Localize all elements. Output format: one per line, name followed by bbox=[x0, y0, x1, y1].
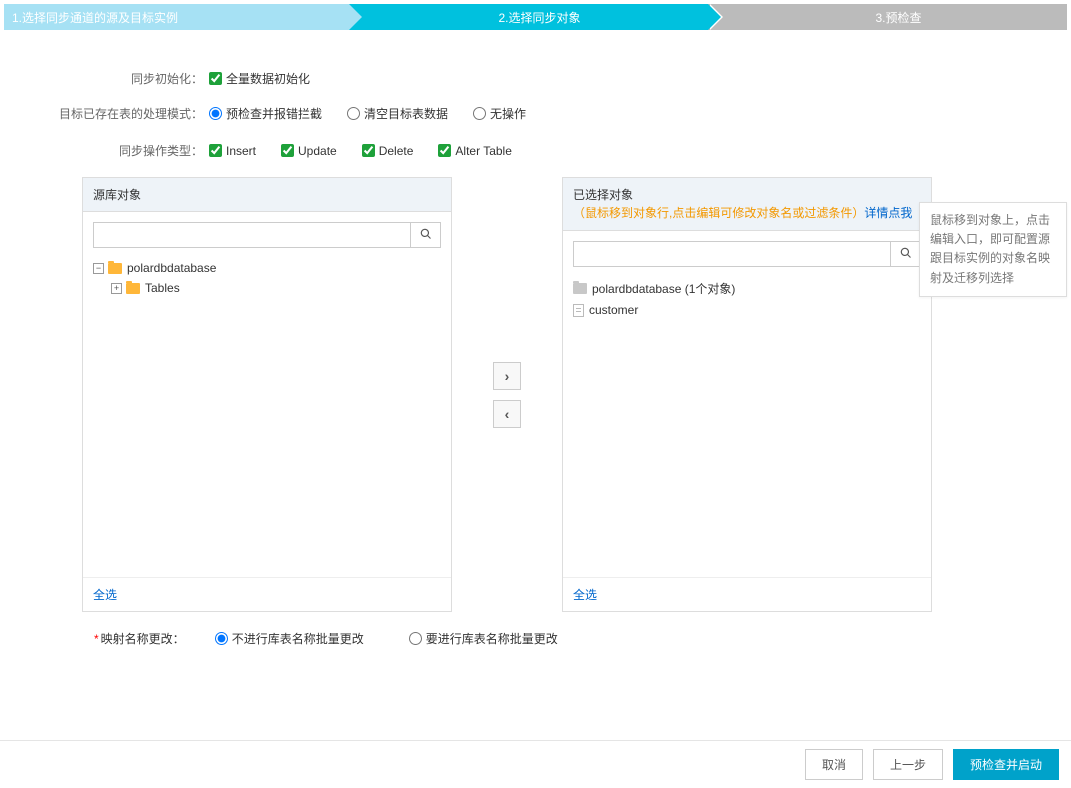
target-tree: polardbdatabase (1个对象) customer bbox=[563, 277, 931, 577]
source-child-label: Tables bbox=[145, 281, 180, 295]
rename-row: * 映射名称更改： 不进行库表名称批量更改 要进行库表名称批量更改 bbox=[94, 630, 1067, 647]
checkbox-full-init-label: 全量数据初始化 bbox=[226, 70, 310, 87]
checkbox-delete[interactable]: Delete bbox=[362, 144, 414, 158]
step-1[interactable]: 1.选择同步通道的源及目标实例 bbox=[4, 4, 349, 30]
folder-icon bbox=[573, 283, 587, 294]
checkbox-update-label: Update bbox=[298, 144, 337, 158]
target-panel: 已选择对象 （鼠标移到对象行,点击编辑可修改对象名或过滤条件） 详情点我 pol… bbox=[562, 177, 932, 612]
step-2-label: 2.选择同步对象 bbox=[498, 9, 580, 26]
prev-button[interactable]: 上一步 bbox=[873, 749, 943, 780]
step-1-label: 1.选择同步通道的源及目标实例 bbox=[12, 9, 178, 26]
checkbox-delete-label: Delete bbox=[379, 144, 414, 158]
radio-noop-label: 无操作 bbox=[490, 105, 526, 122]
source-panel-footer: 全选 bbox=[83, 577, 451, 611]
target-search-input[interactable] bbox=[574, 242, 890, 266]
checkbox-update[interactable]: Update bbox=[281, 144, 337, 158]
document-icon bbox=[573, 304, 584, 317]
target-select-all[interactable]: 全选 bbox=[573, 588, 597, 602]
checkbox-alter-input[interactable] bbox=[438, 144, 451, 157]
radio-precheck-input[interactable] bbox=[209, 107, 222, 120]
source-search-input[interactable] bbox=[94, 223, 410, 247]
source-panel: 源库对象 − polardbdatabase + bbox=[82, 177, 452, 612]
radio-clear[interactable]: 清空目标表数据 bbox=[347, 105, 448, 122]
target-panel-link[interactable]: 详情点我 bbox=[864, 204, 912, 222]
ops-label: 同步操作类型： bbox=[4, 142, 209, 159]
target-tree-root[interactable]: polardbdatabase (1个对象) bbox=[573, 277, 921, 300]
target-child-label: customer bbox=[589, 303, 638, 317]
radio-do-rename-input[interactable] bbox=[409, 632, 422, 645]
rename-label: 映射名称更改： bbox=[101, 630, 185, 647]
checkbox-alter[interactable]: Alter Table bbox=[438, 144, 511, 158]
tooltip-text: 鼠标移到对象上，点击编辑入口，即可配置源跟目标实例的对象名映射及迁移列选择 bbox=[930, 213, 1050, 285]
search-icon bbox=[900, 247, 912, 262]
radio-noop-input[interactable] bbox=[473, 107, 486, 120]
chevron-right-icon: › bbox=[505, 368, 510, 384]
radio-no-rename-input[interactable] bbox=[215, 632, 228, 645]
step-2[interactable]: 2.选择同步对象 bbox=[349, 4, 708, 30]
checkbox-insert-label: Insert bbox=[226, 144, 256, 158]
target-tree-child[interactable]: customer bbox=[573, 300, 921, 320]
footer: 取消 上一步 预检查并启动 bbox=[0, 740, 1071, 788]
required-star: * bbox=[94, 632, 99, 646]
checkbox-full-init-input[interactable] bbox=[209, 72, 222, 85]
expand-icon[interactable]: + bbox=[111, 283, 122, 294]
tooltip: 鼠标移到对象上，点击编辑入口，即可配置源跟目标实例的对象名映射及迁移列选择 bbox=[919, 202, 1067, 297]
source-select-all[interactable]: 全选 bbox=[93, 588, 117, 602]
search-icon bbox=[420, 228, 432, 243]
radio-precheck-label: 预检查并报错拦截 bbox=[226, 105, 322, 122]
chevron-left-icon: ‹ bbox=[505, 406, 510, 422]
radio-do-rename[interactable]: 要进行库表名称批量更改 bbox=[409, 630, 558, 647]
checkbox-insert[interactable]: Insert bbox=[209, 144, 256, 158]
checkbox-insert-input[interactable] bbox=[209, 144, 222, 157]
source-tree-root[interactable]: − polardbdatabase bbox=[93, 258, 441, 278]
radio-clear-label: 清空目标表数据 bbox=[364, 105, 448, 122]
target-panel-title: 已选择对象 bbox=[573, 186, 633, 204]
source-panel-header: 源库对象 bbox=[83, 178, 451, 212]
source-search bbox=[93, 222, 441, 248]
target-panel-footer: 全选 bbox=[563, 577, 931, 611]
precheck-start-button[interactable]: 预检查并启动 bbox=[953, 749, 1059, 780]
move-right-button[interactable]: › bbox=[493, 362, 521, 390]
radio-precheck[interactable]: 预检查并报错拦截 bbox=[209, 105, 322, 122]
target-panel-header: 已选择对象 （鼠标移到对象行,点击编辑可修改对象名或过滤条件） 详情点我 bbox=[563, 178, 931, 231]
folder-icon bbox=[126, 283, 140, 294]
source-search-button[interactable] bbox=[410, 223, 440, 247]
transfer-controls: › ‹ bbox=[452, 177, 562, 612]
radio-do-rename-label: 要进行库表名称批量更改 bbox=[426, 630, 558, 647]
radio-no-rename[interactable]: 不进行库表名称批量更改 bbox=[215, 630, 364, 647]
init-label: 同步初始化： bbox=[4, 70, 209, 87]
radio-clear-input[interactable] bbox=[347, 107, 360, 120]
target-search-button[interactable] bbox=[890, 242, 920, 266]
source-tree: − polardbdatabase + Tables bbox=[83, 258, 451, 577]
target-search bbox=[573, 241, 921, 267]
source-tree-child[interactable]: + Tables bbox=[93, 278, 441, 298]
target-root-label: polardbdatabase (1个对象) bbox=[592, 280, 735, 297]
source-root-label: polardbdatabase bbox=[127, 261, 216, 275]
checkbox-update-input[interactable] bbox=[281, 144, 294, 157]
checkbox-alter-label: Alter Table bbox=[455, 144, 511, 158]
step-3-label: 3.预检查 bbox=[875, 9, 921, 26]
cancel-button[interactable]: 取消 bbox=[805, 749, 863, 780]
step-3[interactable]: 3.预检查 bbox=[708, 4, 1067, 30]
exist-label: 目标已存在表的处理模式： bbox=[4, 105, 209, 124]
folder-icon bbox=[108, 263, 122, 274]
move-left-button[interactable]: ‹ bbox=[493, 400, 521, 428]
checkbox-full-init[interactable]: 全量数据初始化 bbox=[209, 70, 310, 87]
radio-no-rename-label: 不进行库表名称批量更改 bbox=[232, 630, 364, 647]
radio-noop[interactable]: 无操作 bbox=[473, 105, 526, 122]
source-panel-title: 源库对象 bbox=[93, 186, 141, 203]
collapse-icon[interactable]: − bbox=[93, 263, 104, 274]
step-wizard: 1.选择同步通道的源及目标实例 2.选择同步对象 3.预检查 bbox=[4, 4, 1067, 30]
target-panel-hint: （鼠标移到对象行,点击编辑可修改对象名或过滤条件） bbox=[573, 204, 864, 222]
checkbox-delete-input[interactable] bbox=[362, 144, 375, 157]
